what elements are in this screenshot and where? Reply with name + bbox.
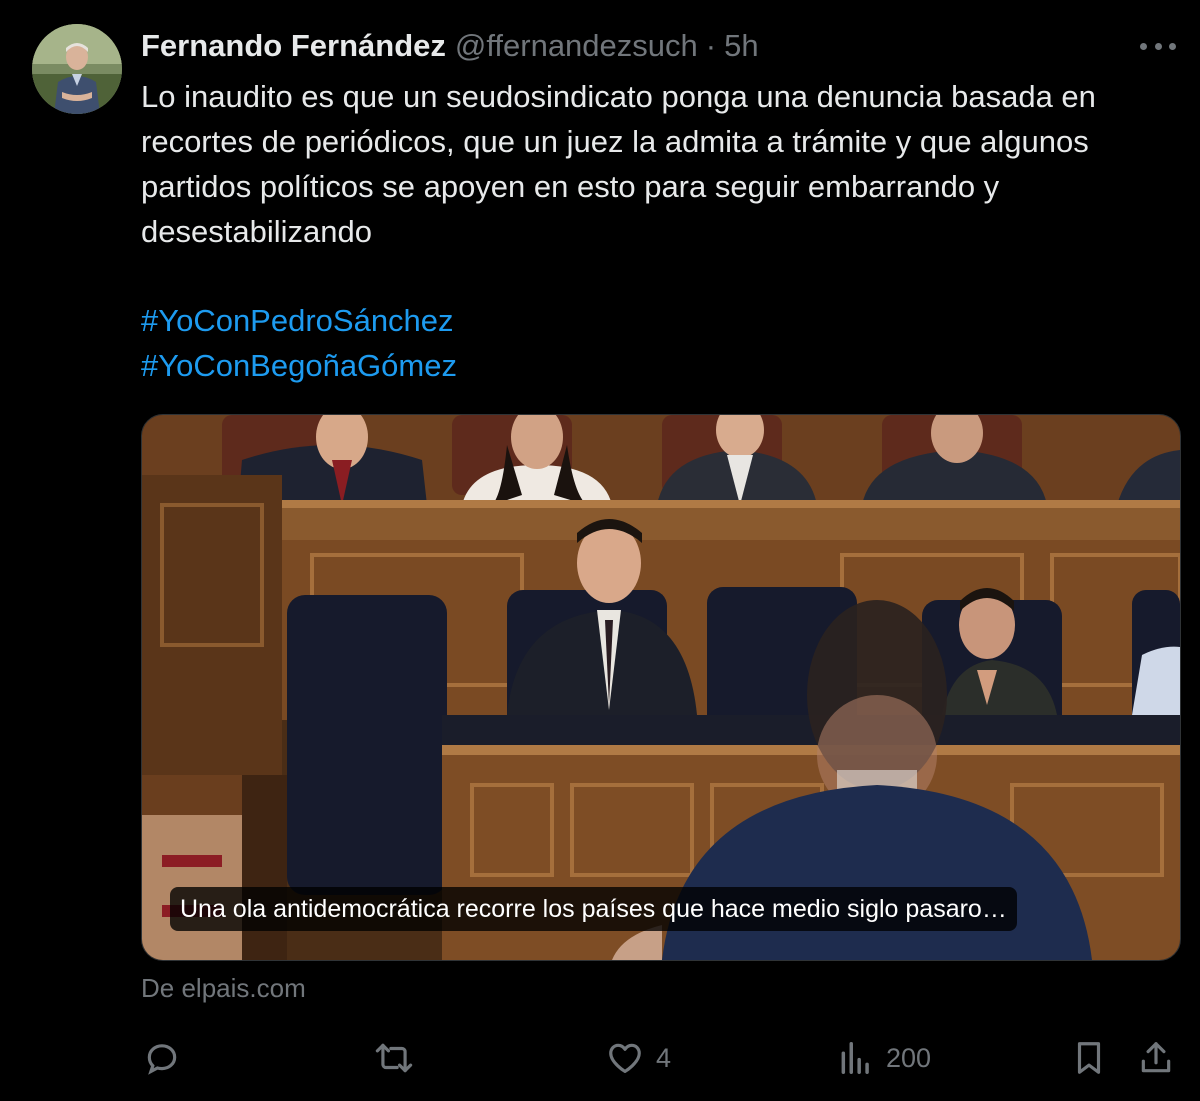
share-button[interactable]	[1138, 1030, 1174, 1086]
views-button[interactable]: 200	[838, 1030, 931, 1086]
tweet-text: Lo inaudito es que un seudosindicato pon…	[141, 74, 1186, 254]
author-handle[interactable]: @ffernandezsuch	[455, 26, 698, 66]
hashtag-link[interactable]: #YoConPedroSánchez	[141, 298, 457, 343]
retweet-button[interactable]	[372, 1030, 428, 1086]
reply-button[interactable]	[143, 1030, 193, 1086]
card-title: Una ola antidemocrática recorre los país…	[170, 887, 1017, 931]
bookmark-icon	[1077, 1042, 1101, 1074]
avatar[interactable]	[32, 24, 122, 114]
card-source[interactable]: De elpais.com	[141, 968, 306, 1008]
tweet-body: Lo inaudito es que un seudosindicato pon…	[141, 79, 1096, 249]
action-bar: 4 200	[0, 1030, 1200, 1086]
card-image	[142, 415, 1180, 960]
link-card[interactable]: Una ola antidemocrática recorre los país…	[141, 414, 1181, 961]
more-icon	[1154, 42, 1162, 50]
bookmark-button[interactable]	[1072, 1030, 1106, 1086]
views-count: 200	[886, 1042, 932, 1073]
like-count: 4	[656, 1042, 672, 1073]
more-icon	[1140, 42, 1147, 50]
more-options-button[interactable]	[1140, 34, 1176, 58]
hashtag-list: #YoConPedroSánchez #YoConBegoñaGómez	[141, 298, 457, 388]
reply-icon	[147, 1044, 177, 1075]
share-icon	[1141, 1042, 1171, 1073]
author-name[interactable]: Fernando Fernández	[141, 26, 446, 66]
more-icon	[1169, 42, 1176, 50]
timestamp[interactable]: 5h	[724, 26, 758, 66]
views-icon	[841, 1042, 869, 1074]
like-button[interactable]: 4	[606, 1030, 671, 1086]
like-icon	[609, 1043, 641, 1074]
hashtag-link[interactable]: #YoConBegoñaGómez	[141, 343, 457, 388]
tweet-header: Fernando Fernández @ffernandezsuch · 5h	[141, 26, 759, 66]
tweet[interactable]: Fernando Fernández @ffernandezsuch · 5h …	[0, 0, 1200, 1101]
retweet-icon	[375, 1043, 413, 1073]
separator-dot: ·	[705, 28, 717, 63]
